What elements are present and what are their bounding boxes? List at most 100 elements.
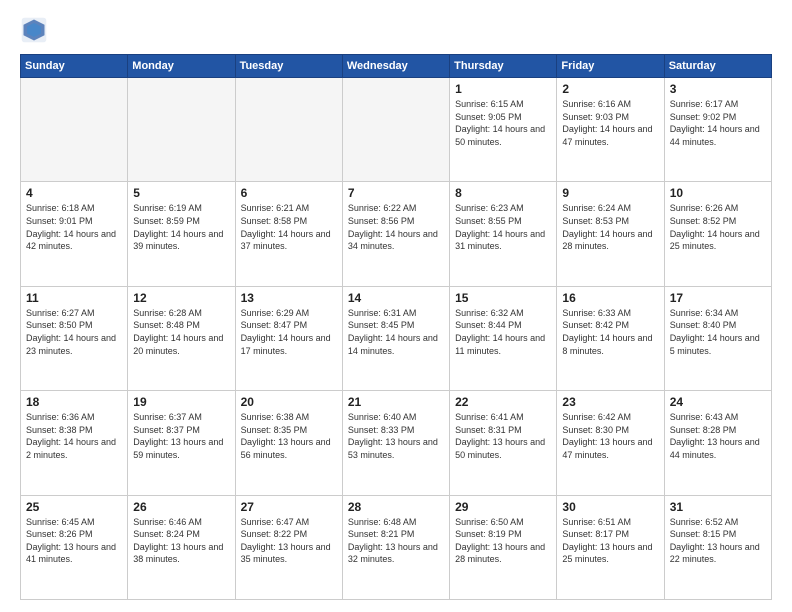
page: SundayMondayTuesdayWednesdayThursdayFrid…	[0, 0, 792, 612]
day-info: Sunrise: 6:52 AM Sunset: 8:15 PM Dayligh…	[670, 516, 766, 566]
day-number: 24	[670, 395, 766, 409]
calendar-cell: 17 Sunrise: 6:34 AM Sunset: 8:40 PM Dayli…	[664, 286, 771, 390]
day-info: Sunrise: 6:31 AM Sunset: 8:45 PM Dayligh…	[348, 307, 444, 357]
day-info: Sunrise: 6:51 AM Sunset: 8:17 PM Dayligh…	[562, 516, 658, 566]
day-info: Sunrise: 6:50 AM Sunset: 8:19 PM Dayligh…	[455, 516, 551, 566]
day-info: Sunrise: 6:19 AM Sunset: 8:59 PM Dayligh…	[133, 202, 229, 252]
day-info: Sunrise: 6:15 AM Sunset: 9:05 PM Dayligh…	[455, 98, 551, 148]
calendar-cell: 22 Sunrise: 6:41 AM Sunset: 8:31 PM Dayli…	[450, 391, 557, 495]
calendar-cell: 3 Sunrise: 6:17 AM Sunset: 9:02 PM Daylig…	[664, 78, 771, 182]
day-number: 15	[455, 291, 551, 305]
day-number: 12	[133, 291, 229, 305]
day-info: Sunrise: 6:42 AM Sunset: 8:30 PM Dayligh…	[562, 411, 658, 461]
calendar-cell: 31 Sunrise: 6:52 AM Sunset: 8:15 PM Dayli…	[664, 495, 771, 599]
calendar-cell: 21 Sunrise: 6:40 AM Sunset: 8:33 PM Dayli…	[342, 391, 449, 495]
calendar-cell: 20 Sunrise: 6:38 AM Sunset: 8:35 PM Dayli…	[235, 391, 342, 495]
day-number: 27	[241, 500, 337, 514]
day-info: Sunrise: 6:38 AM Sunset: 8:35 PM Dayligh…	[241, 411, 337, 461]
day-number: 30	[562, 500, 658, 514]
header	[20, 16, 772, 44]
calendar-cell: 14 Sunrise: 6:31 AM Sunset: 8:45 PM Dayli…	[342, 286, 449, 390]
day-info: Sunrise: 6:16 AM Sunset: 9:03 PM Dayligh…	[562, 98, 658, 148]
calendar-cell: 30 Sunrise: 6:51 AM Sunset: 8:17 PM Dayli…	[557, 495, 664, 599]
day-info: Sunrise: 6:27 AM Sunset: 8:50 PM Dayligh…	[26, 307, 122, 357]
day-info: Sunrise: 6:23 AM Sunset: 8:55 PM Dayligh…	[455, 202, 551, 252]
day-number: 28	[348, 500, 444, 514]
day-number: 6	[241, 186, 337, 200]
day-info: Sunrise: 6:32 AM Sunset: 8:44 PM Dayligh…	[455, 307, 551, 357]
calendar-cell: 2 Sunrise: 6:16 AM Sunset: 9:03 PM Daylig…	[557, 78, 664, 182]
calendar-cell	[342, 78, 449, 182]
calendar-cell: 25 Sunrise: 6:45 AM Sunset: 8:26 PM Dayli…	[21, 495, 128, 599]
day-number: 25	[26, 500, 122, 514]
day-number: 14	[348, 291, 444, 305]
calendar-cell: 8 Sunrise: 6:23 AM Sunset: 8:55 PM Daylig…	[450, 182, 557, 286]
day-number: 11	[26, 291, 122, 305]
calendar-cell: 28 Sunrise: 6:48 AM Sunset: 8:21 PM Dayli…	[342, 495, 449, 599]
day-info: Sunrise: 6:28 AM Sunset: 8:48 PM Dayligh…	[133, 307, 229, 357]
calendar-cell: 13 Sunrise: 6:29 AM Sunset: 8:47 PM Dayli…	[235, 286, 342, 390]
calendar-cell: 26 Sunrise: 6:46 AM Sunset: 8:24 PM Dayli…	[128, 495, 235, 599]
day-number: 2	[562, 82, 658, 96]
day-number: 29	[455, 500, 551, 514]
day-number: 17	[670, 291, 766, 305]
day-info: Sunrise: 6:46 AM Sunset: 8:24 PM Dayligh…	[133, 516, 229, 566]
calendar-cell: 9Sunrise: 6:24 AM Sunset: 8:53 PM Daylig…	[557, 182, 664, 286]
calendar-cell: 18Sunrise: 6:36 AM Sunset: 8:38 PM Dayli…	[21, 391, 128, 495]
calendar-table: SundayMondayTuesdayWednesdayThursdayFrid…	[20, 54, 772, 600]
day-number: 16	[562, 291, 658, 305]
day-number: 22	[455, 395, 551, 409]
day-info: Sunrise: 6:29 AM Sunset: 8:47 PM Dayligh…	[241, 307, 337, 357]
day-number: 3	[670, 82, 766, 96]
day-number: 5	[133, 186, 229, 200]
day-info: Sunrise: 6:18 AM Sunset: 9:01 PM Dayligh…	[26, 202, 122, 252]
calendar-cell: 4 Sunrise: 6:18 AM Sunset: 9:01 PM Daylig…	[21, 182, 128, 286]
day-number: 18	[26, 395, 122, 409]
calendar-cell: 11 Sunrise: 6:27 AM Sunset: 8:50 PM Dayli…	[21, 286, 128, 390]
calendar-cell: 1 Sunrise: 6:15 AM Sunset: 9:05 PM Daylig…	[450, 78, 557, 182]
day-info: Sunrise: 6:40 AM Sunset: 8:33 PM Dayligh…	[348, 411, 444, 461]
day-number: 1	[455, 82, 551, 96]
day-info: Sunrise: 6:17 AM Sunset: 9:02 PM Dayligh…	[670, 98, 766, 148]
calendar-cell: 7 Sunrise: 6:22 AM Sunset: 8:56 PM Daylig…	[342, 182, 449, 286]
day-info: Sunrise: 6:22 AM Sunset: 8:56 PM Dayligh…	[348, 202, 444, 252]
calendar-cell: 6Sunrise: 6:21 AM Sunset: 8:58 PM Daylig…	[235, 182, 342, 286]
day-number: 26	[133, 500, 229, 514]
day-info: Sunrise: 6:41 AM Sunset: 8:31 PM Dayligh…	[455, 411, 551, 461]
weekday-wednesday: Wednesday	[342, 55, 449, 78]
calendar-cell	[21, 78, 128, 182]
calendar-cell: 19Sunrise: 6:37 AM Sunset: 8:37 PM Dayli…	[128, 391, 235, 495]
logo-icon	[20, 16, 48, 44]
day-number: 4	[26, 186, 122, 200]
calendar-cell	[235, 78, 342, 182]
day-number: 10	[670, 186, 766, 200]
week-row-5: 25 Sunrise: 6:45 AM Sunset: 8:26 PM Dayli…	[21, 495, 772, 599]
week-row-2: 4 Sunrise: 6:18 AM Sunset: 9:01 PM Daylig…	[21, 182, 772, 286]
day-info: Sunrise: 6:47 AM Sunset: 8:22 PM Dayligh…	[241, 516, 337, 566]
day-info: Sunrise: 6:34 AM Sunset: 8:40 PM Dayligh…	[670, 307, 766, 357]
calendar-cell: 16 Sunrise: 6:33 AM Sunset: 8:42 PM Dayli…	[557, 286, 664, 390]
week-row-4: 18Sunrise: 6:36 AM Sunset: 8:38 PM Dayli…	[21, 391, 772, 495]
calendar-cell: 29 Sunrise: 6:50 AM Sunset: 8:19 PM Dayli…	[450, 495, 557, 599]
day-info: Sunrise: 6:45 AM Sunset: 8:26 PM Dayligh…	[26, 516, 122, 566]
day-info: Sunrise: 6:24 AM Sunset: 8:53 PM Dayligh…	[562, 202, 658, 252]
day-number: 21	[348, 395, 444, 409]
day-number: 8	[455, 186, 551, 200]
calendar-cell: 27 Sunrise: 6:47 AM Sunset: 8:22 PM Dayli…	[235, 495, 342, 599]
day-info: Sunrise: 6:33 AM Sunset: 8:42 PM Dayligh…	[562, 307, 658, 357]
weekday-thursday: Thursday	[450, 55, 557, 78]
weekday-monday: Monday	[128, 55, 235, 78]
day-number: 31	[670, 500, 766, 514]
day-number: 13	[241, 291, 337, 305]
week-row-3: 11 Sunrise: 6:27 AM Sunset: 8:50 PM Dayli…	[21, 286, 772, 390]
day-number: 19	[133, 395, 229, 409]
day-number: 7	[348, 186, 444, 200]
weekday-sunday: Sunday	[21, 55, 128, 78]
day-number: 23	[562, 395, 658, 409]
calendar-cell: 12 Sunrise: 6:28 AM Sunset: 8:48 PM Dayli…	[128, 286, 235, 390]
day-number: 20	[241, 395, 337, 409]
day-info: Sunrise: 6:48 AM Sunset: 8:21 PM Dayligh…	[348, 516, 444, 566]
weekday-tuesday: Tuesday	[235, 55, 342, 78]
weekday-friday: Friday	[557, 55, 664, 78]
calendar-cell	[128, 78, 235, 182]
